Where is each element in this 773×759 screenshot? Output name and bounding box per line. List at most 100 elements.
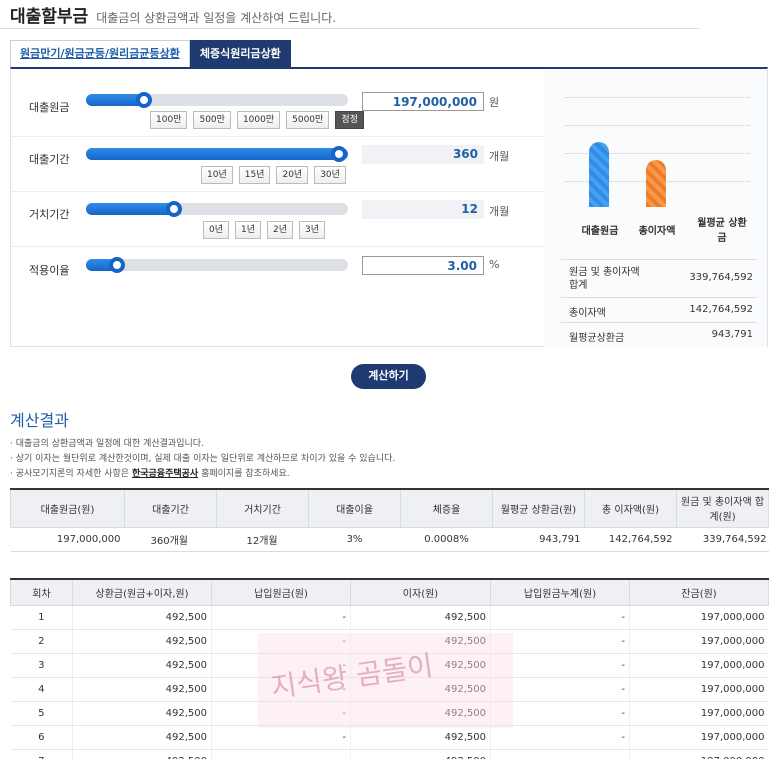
chart-gridline (565, 125, 750, 126)
rate-label: 적용이율 (29, 264, 70, 277)
col-principal-paid: 납입원금(원) (211, 578, 351, 606)
chart-bar-principal (589, 142, 609, 207)
grace-unit: 개월 (489, 205, 510, 218)
cell-interest: 492,500 (350, 749, 491, 759)
rate-input[interactable]: 3.00 (362, 256, 484, 275)
summary-total-value: 339,764,592 (689, 272, 753, 283)
col-interest: 이자(원) (350, 578, 491, 606)
note-line: · 공사모기지론의 자세한 사항은 한국금융주택공사 홈페이지를 참조하세요. (10, 467, 395, 482)
cell-total: 339,764,592 (676, 526, 769, 552)
term-value: 360 (362, 145, 484, 164)
grace-slider[interactable] (86, 201, 348, 217)
cell-no: 7 (10, 749, 73, 759)
cell-payment: 492,500 (72, 725, 212, 750)
term-slider-fill (86, 148, 348, 160)
add-500man-button[interactable]: 500만 (193, 111, 231, 129)
note-line: · 상기 이자는 월단위로 계산한것이며, 실제 대출 이자는 일단위로 계산하… (10, 454, 396, 464)
cell-interest: 142,764,592 (584, 526, 677, 552)
schedule-header-row: 회차 상환금(원금+이자,원) 납입원금(원) 이자(원) 납입원금누계(원) … (10, 578, 769, 606)
cell-principal-cumulative: - (490, 749, 630, 759)
cell-principal-paid: - (211, 605, 351, 630)
schedule-row: 7 492,500 - 492,500 - 197,000,000 (10, 749, 769, 759)
result-summary-table: 대출원금(원) 대출기간 거치기간 대출이율 체증율 월평균 상환금(원) 총 … (10, 488, 769, 552)
page-title: 대출할부금 (10, 7, 89, 27)
cell-no: 5 (10, 701, 73, 726)
cell-no: 6 (10, 725, 73, 750)
principal-slider-handle[interactable] (136, 92, 152, 108)
cell-balance: 197,000,000 (629, 677, 769, 702)
cell-interest: 492,500 (350, 605, 491, 630)
grace-quick-buttons: 0년 1년 2년 3년 (203, 221, 326, 239)
term-slider-handle[interactable] (331, 146, 347, 162)
summary-interest-label: 총이자액 (569, 308, 606, 319)
cell-interest: 492,500 (350, 725, 491, 750)
principal-slider[interactable] (86, 92, 348, 108)
col-total: 원금 및 총이자액 합계(원) (676, 488, 769, 528)
grace-2y-button[interactable]: 2년 (267, 221, 294, 239)
col-interest: 총 이자액(원) (584, 488, 677, 528)
col-step-rate: 체증율 (400, 488, 493, 528)
tab-graduated-repayment[interactable]: 체증식원리금상환 (189, 40, 291, 67)
note-text: · 공사모기지론의 자세한 사항은 (10, 469, 130, 479)
hf-homepage-link[interactable]: 한국금융주택공사 (132, 469, 198, 479)
header-divider (0, 28, 700, 29)
rate-slider-handle[interactable] (109, 257, 125, 273)
cell-balance: 197,000,000 (629, 629, 769, 654)
principal-input[interactable]: 197,000,000 (362, 92, 484, 111)
cell-no: 4 (10, 677, 73, 702)
cell-no: 1 (10, 605, 73, 630)
result-notes: · 대출금의 상환금액과 일정에 대한 계산결과입니다. · 상기 이자는 월단… (10, 437, 395, 482)
chart-label-monthly: 월평균 상환금 (697, 218, 747, 244)
cell-principal: 197,000,000 (10, 526, 125, 552)
cell-no: 2 (10, 629, 73, 654)
summary-row-monthly: 월평균상환금 943,791 (561, 322, 757, 347)
grace-slider-handle[interactable] (166, 201, 182, 217)
cell-balance: 197,000,000 (629, 701, 769, 726)
cell-principal-paid: - (211, 725, 351, 750)
schedule-row: 6 492,500 - 492,500 - 197,000,000 (10, 725, 769, 750)
term-slider[interactable] (86, 146, 348, 162)
col-term: 대출기간 (124, 488, 217, 528)
add-1000man-button[interactable]: 1000만 (236, 111, 281, 129)
summary-interest-value: 142,764,592 (689, 304, 753, 315)
page-description: 대출금의 상환금액과 일정을 계산하여 드립니다. (96, 11, 337, 25)
term-30y-button[interactable]: 30년 (314, 166, 346, 184)
calculator-panel: 대출원금 100만 500만 1000만 5000만 정정 197,000,00… (10, 67, 768, 347)
summary-section: 대출원금 총이자액 월평균 상환금 원금 및 총이자액 합계 339,764,5… (545, 69, 767, 347)
result-title: 계산결과 (10, 411, 69, 430)
cell-payment: 492,500 (72, 605, 212, 630)
summary-monthly-label: 월평균상환금 (569, 333, 625, 344)
cell-rate: 3% (308, 526, 401, 552)
col-installment: 회차 (10, 578, 73, 606)
rate-slider[interactable] (86, 257, 348, 273)
col-principal: 대출원금(원) (10, 488, 125, 528)
cell-payment: 492,500 (72, 677, 212, 702)
cell-monthly: 943,791 (492, 526, 585, 552)
reset-principal-button[interactable]: 정정 (335, 111, 364, 129)
table-header-row: 대출원금(원) 대출기간 거치기간 대출이율 체증율 월평균 상환금(원) 총 … (10, 488, 769, 528)
grace-0y-button[interactable]: 0년 (203, 221, 230, 239)
cell-term: 360개월 (124, 526, 217, 552)
cell-principal-cumulative: - (490, 725, 630, 750)
principal-label: 대출원금 (29, 101, 70, 114)
term-15y-button[interactable]: 15년 (238, 166, 271, 184)
add-5000man-button[interactable]: 5000만 (286, 111, 330, 129)
principal-quick-buttons: 100만 500만 1000만 5000만 정정 (150, 111, 364, 129)
input-section: 대출원금 100만 500만 1000만 5000만 정정 197,000,00… (11, 69, 544, 347)
add-100man-button[interactable]: 100만 (150, 111, 188, 129)
cell-balance: 197,000,000 (629, 653, 769, 678)
grace-1y-button[interactable]: 1년 (235, 221, 262, 239)
cell-balance: 197,000,000 (629, 749, 769, 759)
cell-balance: 197,000,000 (629, 605, 769, 630)
term-unit: 개월 (489, 150, 510, 163)
tab-standard-repayment[interactable]: 원금만기/원금균등/원리금균등상환 (10, 40, 190, 67)
note-tail: 홈페이지를 참조하세요. (198, 469, 290, 479)
term-quick-buttons: 10년 15년 20년 30년 (201, 166, 346, 184)
calculate-button[interactable]: 계산하기 (351, 364, 426, 389)
chart-label-interest: 총이자액 (638, 226, 676, 237)
cell-no: 3 (10, 653, 73, 678)
grace-3y-button[interactable]: 3년 (299, 221, 326, 239)
term-10y-button[interactable]: 10년 (201, 166, 233, 184)
term-row: 대출기간 10년 15년 20년 30년 360 개월 (11, 137, 544, 192)
term-20y-button[interactable]: 20년 (276, 166, 309, 184)
